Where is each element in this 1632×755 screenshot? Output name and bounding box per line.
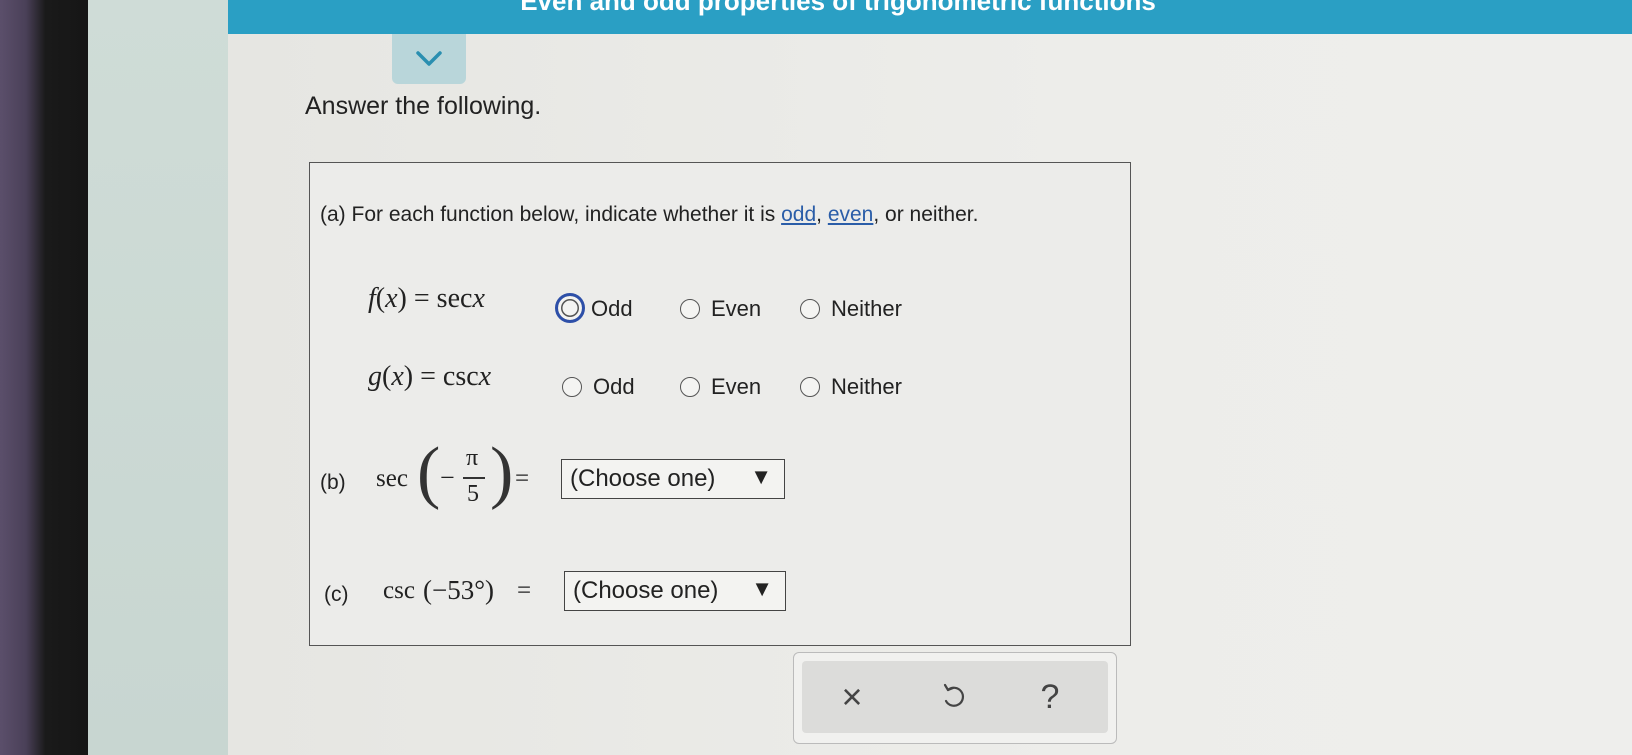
f-odd-label[interactable]: Odd xyxy=(591,296,633,322)
comma-text: , xyxy=(816,203,822,226)
question-box: (a) For each function below, indicate wh… xyxy=(309,162,1131,646)
clear-button[interactable]: × xyxy=(830,675,874,719)
function-f-rhs-var: x xyxy=(472,283,485,314)
f-even-radio[interactable] xyxy=(680,299,700,319)
f-neither-radio[interactable] xyxy=(800,299,820,319)
part-a-label: (a) xyxy=(320,203,346,226)
fraction-bar xyxy=(463,477,485,479)
function-g-var: x xyxy=(391,361,404,392)
chevron-down-icon xyxy=(416,51,442,66)
part-b-open-paren: ( xyxy=(417,434,441,511)
side-panel xyxy=(88,0,248,755)
part-b-func: sec xyxy=(376,465,408,492)
part-c-func: csc xyxy=(383,577,415,604)
function-g-expression: g(x) = cscx xyxy=(368,361,492,392)
part-b-numerator: π xyxy=(466,445,479,471)
f-even-label[interactable]: Even xyxy=(711,296,761,322)
part-a-instruction: (a) For each function below, indicate wh… xyxy=(320,203,978,227)
function-g-rhs-var: x xyxy=(478,361,492,392)
undo-button[interactable] xyxy=(932,675,976,719)
f-neither-label[interactable]: Neither xyxy=(831,296,902,322)
part-a-text: For each function below, indicate whethe… xyxy=(351,203,776,226)
g-neither-label[interactable]: Neither xyxy=(831,374,902,400)
undo-icon xyxy=(943,683,964,707)
help-icon: ? xyxy=(1040,677,1060,716)
top-banner: Even and odd properties of trigonometric… xyxy=(228,0,1632,34)
even-link[interactable]: even xyxy=(828,203,874,226)
part-a-text-end: , or neither. xyxy=(873,203,979,226)
g-even-label[interactable]: Even xyxy=(711,374,761,400)
banner-title: Even and odd properties of trigonometric… xyxy=(520,0,1156,16)
part-b-equals: = xyxy=(515,465,530,492)
collapse-toggle[interactable] xyxy=(392,34,466,84)
action-bar: × ? xyxy=(793,652,1117,744)
function-g-name: g xyxy=(368,361,382,392)
part-b-minus: − xyxy=(440,463,455,492)
part-b-label: (b) xyxy=(320,471,346,494)
g-neither-radio[interactable] xyxy=(800,377,820,397)
function-f-name: f xyxy=(368,283,376,314)
close-icon: × xyxy=(841,676,863,717)
f-odd-radio[interactable] xyxy=(555,293,585,323)
function-f-rhs: sec xyxy=(436,283,473,314)
dropdown-arrow-icon: ▼ xyxy=(751,576,773,601)
action-bar-inner: × ? xyxy=(802,661,1108,733)
part-b-select-value: (Choose one) xyxy=(570,465,716,492)
function-g-rhs: csc xyxy=(442,361,479,392)
part-c-arg: (−53°) xyxy=(423,575,495,605)
odd-link[interactable]: odd xyxy=(781,203,816,226)
question-prompt: Answer the following. xyxy=(305,92,542,120)
part-c-select-value: (Choose one) xyxy=(573,577,719,604)
function-f-expression: f(x) = secx xyxy=(368,283,485,314)
part-c-equals: = xyxy=(517,577,532,604)
part-b-denominator: 5 xyxy=(467,481,479,507)
part-c-select[interactable]: (Choose one) ▼ xyxy=(564,571,786,611)
function-f-var: x xyxy=(385,283,398,314)
help-button[interactable]: ? xyxy=(1028,675,1072,719)
g-odd-radio[interactable] xyxy=(562,377,582,397)
part-b-close-paren: ) xyxy=(490,434,514,511)
dropdown-arrow-icon: ▼ xyxy=(750,464,772,489)
part-c-label: (c) xyxy=(324,583,349,606)
g-even-radio[interactable] xyxy=(680,377,700,397)
part-b-select[interactable]: (Choose one) ▼ xyxy=(561,459,785,499)
g-odd-label[interactable]: Odd xyxy=(593,374,635,400)
